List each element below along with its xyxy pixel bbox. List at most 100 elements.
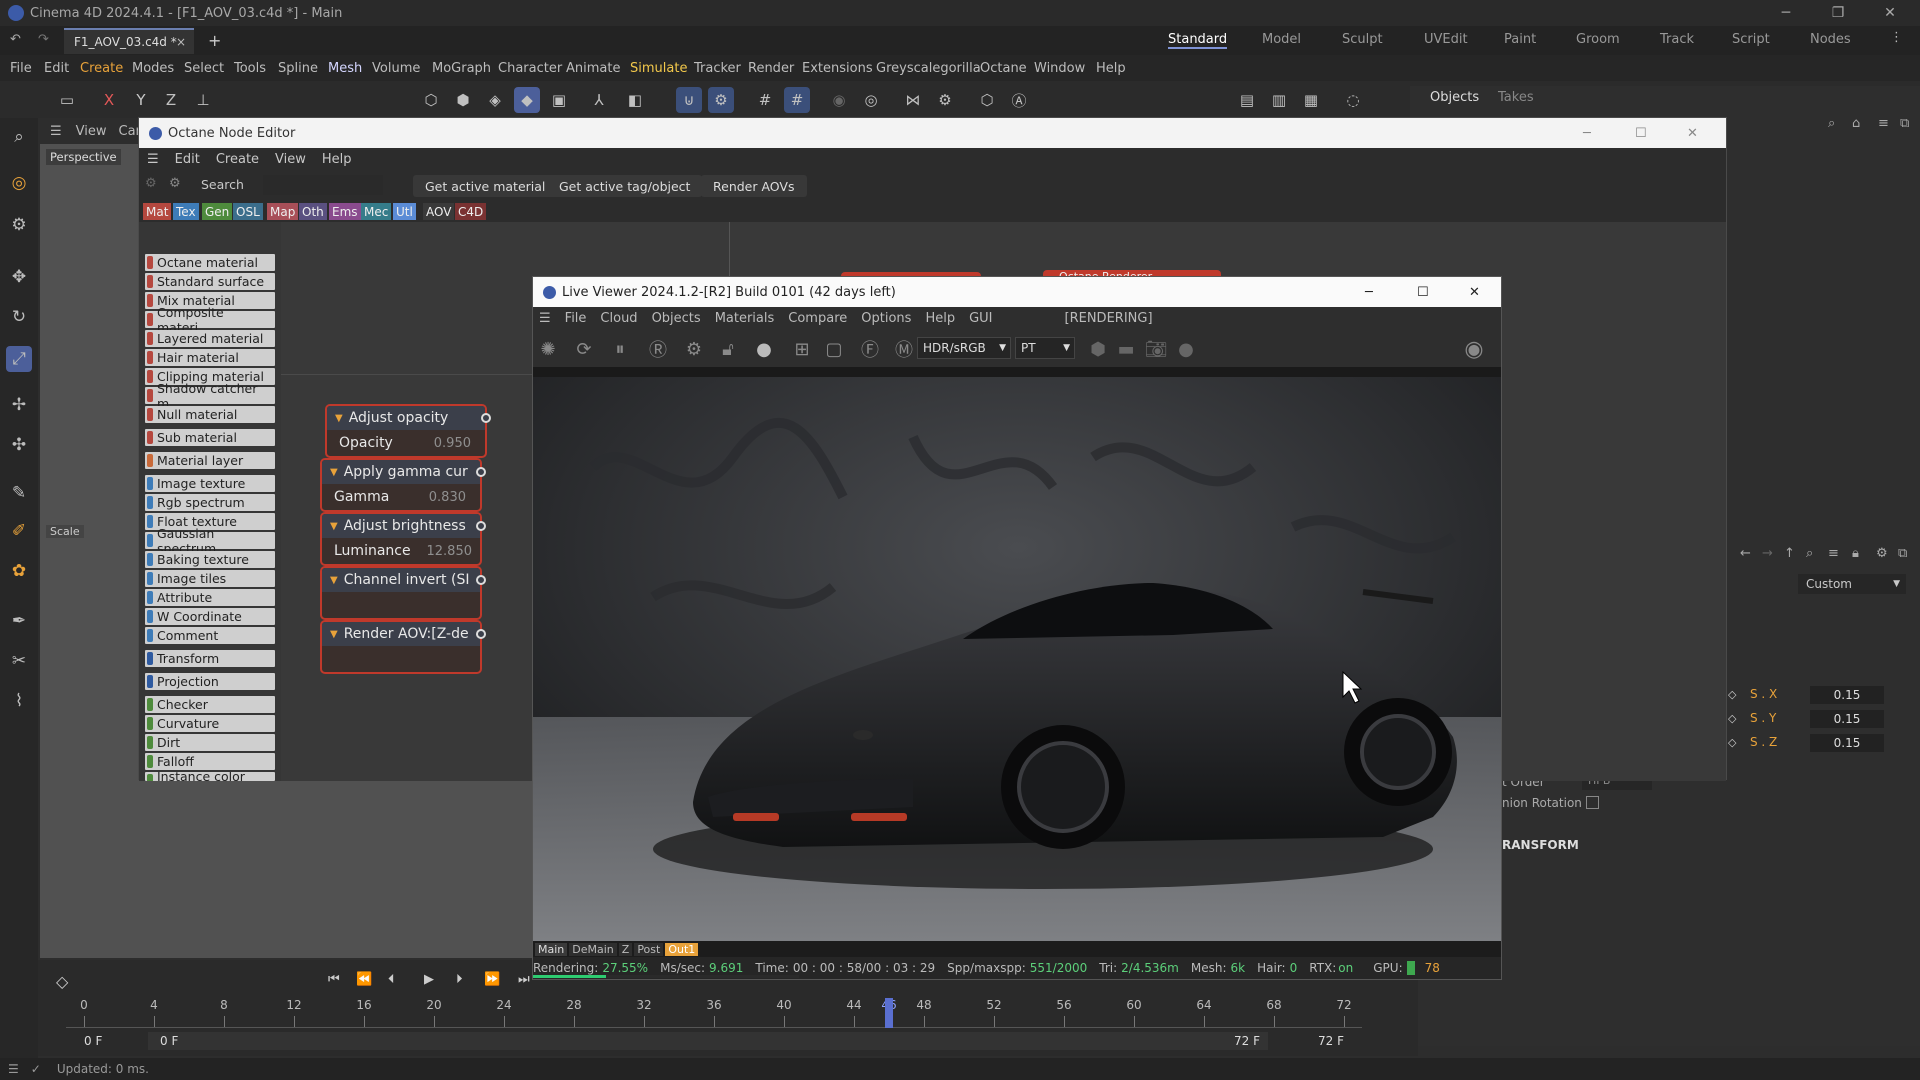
sz-field[interactable]: 0.15 (1810, 734, 1884, 752)
material-picker-icon[interactable]: Ⓜ (891, 336, 917, 362)
focus-picker-icon[interactable]: Ⓕ (857, 336, 883, 362)
node-editor-menu-help[interactable]: Help (322, 152, 352, 167)
node-list-item[interactable]: Material layer (145, 452, 275, 469)
snap-icon[interactable]: ⊍ (676, 87, 702, 113)
node-editor-menu-icon[interactable]: ☰ (147, 152, 159, 167)
sy-field[interactable]: 0.15 (1810, 710, 1884, 728)
model-mode-icon[interactable]: ⬡ (418, 87, 444, 113)
aov-tab-z[interactable]: Z (618, 942, 633, 956)
get-active-material-button[interactable]: Get active material (413, 175, 558, 197)
uv-mode-icon[interactable]: ▣ (546, 87, 572, 113)
node-list-item[interactable]: Shadow catcher m... (145, 381, 275, 411)
redo-icon[interactable]: ↷ (38, 32, 49, 47)
lv-menu-options[interactable]: Options (861, 311, 911, 326)
octane-aov-icon[interactable]: Ⓐ (1006, 87, 1032, 113)
menu-extensions[interactable]: Extensions (802, 61, 873, 76)
layout-tab-track[interactable]: Track (1660, 32, 1694, 47)
send-scene-icon[interactable]: ✺ (535, 336, 561, 362)
lv-menu-materials[interactable]: Materials (715, 311, 775, 326)
category-oth[interactable]: Oth (299, 203, 327, 220)
tweak-mode-icon[interactable]: ◧ (622, 87, 648, 113)
category-utl[interactable]: Utl (393, 203, 416, 220)
clay-mode-icon[interactable]: ● (751, 336, 777, 362)
viewport-view-menu[interactable]: View (76, 124, 107, 139)
node-header[interactable]: ▼ Adjust brightness (322, 514, 480, 538)
rotate-tool-icon[interactable]: ↻ (6, 304, 32, 330)
lock-workplane-icon[interactable]: ◉ (826, 87, 852, 113)
spline-pen-icon[interactable]: ✎ (6, 480, 32, 506)
filter-icon[interactable]: ≡ (1878, 116, 1889, 131)
node-settings-icon[interactable]: ⚙ (145, 176, 157, 191)
settings-gear-icon[interactable]: ⚙ (932, 87, 958, 113)
adjust-brightness-node[interactable]: ▼ Adjust brightness Luminance 12.850 (320, 512, 486, 566)
axis-z-toggle[interactable]: Z (158, 87, 184, 113)
output-port[interactable] (476, 575, 486, 585)
kernel-select[interactable]: PT ▼ (1015, 337, 1075, 359)
render-region-icon[interactable]: ▤ (1234, 87, 1260, 113)
quaternion-rotation-checkbox[interactable] (1586, 796, 1599, 809)
collapse-arrow-icon[interactable]: ▼ (335, 413, 343, 424)
node-list-item[interactable]: Dirt (145, 734, 275, 751)
attribute-search-icon[interactable]: ⌕ (1806, 546, 1813, 561)
paint-tool-icon[interactable]: ✿ (6, 558, 32, 584)
attribute-new-window-icon[interactable]: ⧉ (1898, 546, 1907, 561)
sy-keyframe-icon[interactable]: ◇ (1728, 712, 1736, 725)
render-region-icon[interactable]: Ⓡ (645, 336, 671, 362)
menu-render[interactable]: Render (748, 61, 794, 76)
lv-menu-objects[interactable]: Objects (652, 311, 701, 326)
node-list-item[interactable]: Gaussian spectrum (145, 526, 275, 556)
placement-tool-icon[interactable]: ✣ (6, 432, 32, 458)
layout-tab-nodes[interactable]: Nodes (1810, 32, 1851, 47)
live-viewer-close-button[interactable]: ✕ (1469, 285, 1480, 300)
node-list-item[interactable]: Rgb spectrum (145, 494, 275, 511)
aov-tab-out1[interactable]: Out1 (665, 942, 699, 956)
new-tab-icon[interactable]: + (208, 31, 221, 50)
node-list-item[interactable]: Image tiles (145, 570, 275, 587)
menu-help[interactable]: Help (1096, 61, 1126, 76)
node-list-item[interactable]: Projection (145, 673, 275, 690)
more-options-icon[interactable]: ⋮ (1890, 30, 1903, 45)
layout-tab-uvedit[interactable]: UVEdit (1424, 32, 1468, 47)
node-list-item[interactable]: Checker (145, 696, 275, 713)
object-manager-icon[interactable]: ▭ (54, 87, 80, 113)
lv-menu-compare[interactable]: Compare (788, 311, 847, 326)
points-mode-icon[interactable]: ⬢ (450, 87, 476, 113)
previous-key-button[interactable]: ⏪ (356, 972, 372, 987)
render-view-image[interactable] (533, 377, 1501, 945)
lock-resolution-icon[interactable]: 🔓︎ (715, 336, 741, 362)
node-list-item[interactable]: Curvature (145, 715, 275, 732)
magnet-tool-icon[interactable]: ⌇ (6, 688, 32, 714)
node-header[interactable]: ▼ Apply gamma cur (322, 460, 480, 484)
edges-mode-icon[interactable]: ◈ (482, 87, 508, 113)
node-list-item[interactable]: Attribute (145, 589, 275, 606)
restart-render-icon[interactable]: ⟳ (571, 336, 597, 362)
node-list-item[interactable]: Sub material (145, 429, 275, 446)
viewport-shape-icon[interactable]: ⬢ (1085, 336, 1111, 362)
sx-field[interactable]: 0.15 (1810, 686, 1884, 704)
aov-tab-demain[interactable]: DeMain (569, 942, 617, 956)
node-editor-maximize-button[interactable]: ☐ (1635, 126, 1647, 141)
menu-spline[interactable]: Spline (278, 61, 318, 76)
node-search-input[interactable] (263, 175, 383, 195)
keyframe-mode-icon[interactable]: ◇ (56, 972, 68, 991)
lv-menu-cloud[interactable]: Cloud (600, 311, 637, 326)
node-list-item[interactable]: Image texture (145, 475, 275, 492)
search-icon[interactable]: ⌕ (6, 124, 32, 150)
menu-window[interactable]: Window (1034, 61, 1085, 76)
menu-octane[interactable]: Octane (980, 61, 1027, 76)
axis-mode-icon[interactable]: ⅄ (586, 87, 612, 113)
close-tab-icon[interactable]: × (176, 35, 186, 49)
category-mat[interactable]: Mat (143, 203, 172, 220)
previous-frame-button[interactable]: ⏴ (388, 972, 395, 987)
mirror-icon[interactable]: ⋈ (900, 87, 926, 113)
symmetry-icon[interactable]: ◎ (858, 87, 884, 113)
layout-tab-standard[interactable]: Standard (1168, 32, 1228, 49)
end-frame-field[interactable]: 72 F (1318, 1034, 1344, 1048)
sketch-tool-icon[interactable]: ✐ (6, 518, 32, 544)
layout-tab-sculpt[interactable]: Sculpt (1342, 32, 1383, 47)
node-list-item[interactable]: Transform (145, 650, 275, 667)
timeline-ruler[interactable]: 0481216202428323640444648525660646872 (66, 998, 1362, 1028)
film-region-icon[interactable]: ▢ (821, 336, 847, 362)
menu-mograph[interactable]: MoGraph (432, 61, 491, 76)
node-editor-title-bar[interactable]: Octane Node Editor ─ ☐ ✕ (139, 118, 1726, 148)
